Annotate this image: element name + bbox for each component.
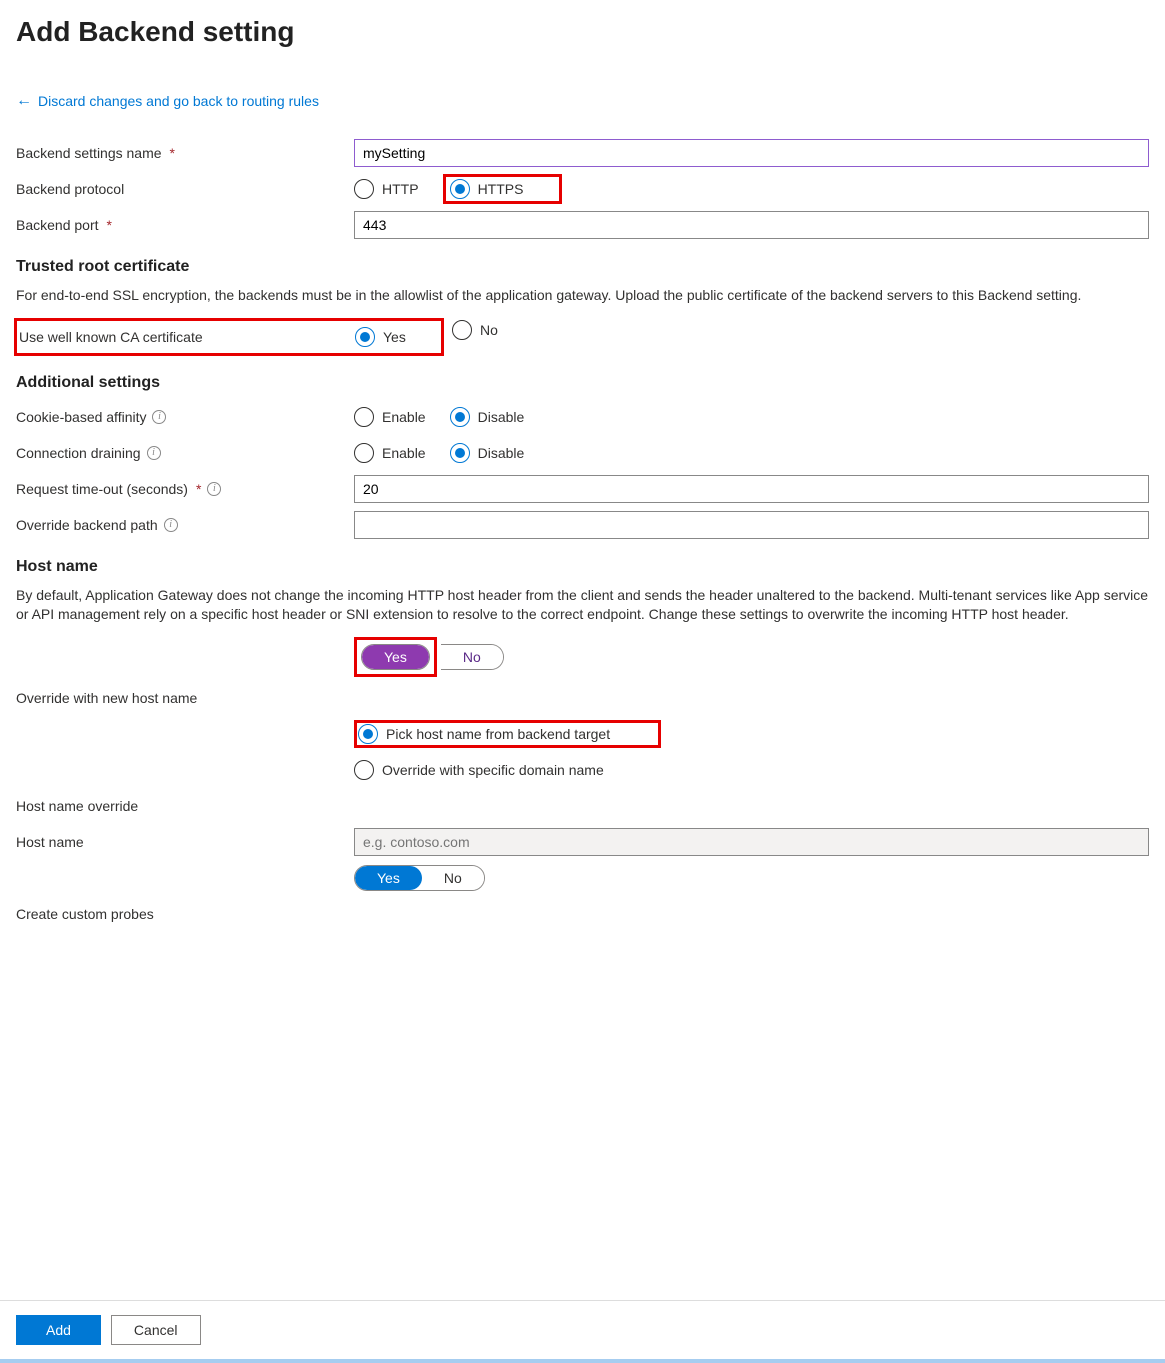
trusted-cert-heading: Trusted root certificate	[16, 258, 1149, 276]
radio-icon	[452, 320, 472, 340]
required-indicator: *	[107, 217, 112, 233]
radio-icon	[450, 179, 470, 199]
backend-port-input[interactable]	[354, 211, 1149, 239]
protocol-http-label: HTTP	[382, 181, 419, 197]
override-path-input[interactable]	[354, 511, 1149, 539]
additional-heading: Additional settings	[16, 374, 1149, 392]
backend-name-label: Backend settings name	[16, 145, 162, 161]
protocol-https-radio[interactable]: HTTPS	[450, 179, 524, 199]
timeout-input[interactable]	[354, 475, 1149, 503]
info-icon[interactable]: i	[147, 446, 161, 460]
override-path-label: Override backend path	[16, 517, 158, 533]
timeout-label: Request time-out (seconds)	[16, 481, 188, 497]
ca-no-label: No	[480, 322, 498, 338]
pick-host-label: Pick host name from backend target	[386, 726, 610, 742]
required-indicator: *	[196, 481, 201, 497]
radio-icon	[354, 407, 374, 427]
ca-yes-label: Yes	[383, 329, 406, 345]
ca-yes-radio[interactable]: Yes	[355, 327, 406, 347]
probes-yes[interactable]: Yes	[355, 866, 422, 890]
hostname-desc: By default, Application Gateway does not…	[16, 586, 1149, 625]
cookie-enable-label: Enable	[382, 409, 426, 425]
custom-probes-label: Create custom probes	[16, 906, 154, 922]
override-host-no[interactable]: No	[441, 645, 503, 669]
protocol-http-radio[interactable]: HTTP	[354, 179, 419, 199]
drain-disable-radio[interactable]: Disable	[450, 443, 525, 463]
override-host-toggle[interactable]: Yes	[361, 644, 430, 670]
override-host-toggle-no-wrap: No	[441, 644, 504, 670]
protocol-https-label: HTTPS	[478, 181, 524, 197]
back-link-label: Discard changes and go back to routing r…	[38, 93, 319, 109]
ca-cert-label: Use well known CA certificate	[19, 329, 203, 345]
backend-port-label: Backend port	[16, 217, 99, 233]
radio-icon	[450, 443, 470, 463]
arrow-left-icon: ←	[16, 92, 32, 110]
drain-disable-label: Disable	[478, 445, 525, 461]
specific-domain-radio[interactable]: Override with specific domain name	[354, 760, 604, 780]
info-icon[interactable]: i	[207, 482, 221, 496]
cookie-disable-radio[interactable]: Disable	[450, 407, 525, 427]
ca-no-radio[interactable]: No	[452, 320, 498, 340]
custom-probes-toggle[interactable]: Yes No	[354, 865, 485, 891]
drain-enable-label: Enable	[382, 445, 426, 461]
drain-label: Connection draining	[16, 445, 141, 461]
footer-bar: Add Cancel	[0, 1300, 1165, 1363]
info-icon[interactable]: i	[164, 518, 178, 532]
required-indicator: *	[170, 145, 175, 161]
cookie-affinity-label: Cookie-based affinity	[16, 409, 146, 425]
hostname-heading: Host name	[16, 558, 1149, 576]
page-title: Add Backend setting	[16, 16, 1149, 48]
info-icon[interactable]: i	[152, 410, 166, 424]
radio-icon	[354, 443, 374, 463]
radio-icon	[450, 407, 470, 427]
specific-domain-label: Override with specific domain name	[382, 762, 604, 778]
probes-no[interactable]: No	[422, 866, 484, 890]
hostname-label: Host name	[16, 834, 84, 850]
discard-back-link[interactable]: ← Discard changes and go back to routing…	[16, 92, 319, 110]
cancel-button[interactable]: Cancel	[111, 1315, 201, 1345]
backend-protocol-label: Backend protocol	[16, 181, 124, 197]
radio-icon	[355, 327, 375, 347]
radio-icon	[354, 179, 374, 199]
hostname-override-label: Host name override	[16, 798, 138, 814]
override-host-yes[interactable]: Yes	[362, 645, 429, 669]
radio-icon	[354, 760, 374, 780]
trusted-cert-desc: For end-to-end SSL encryption, the backe…	[16, 286, 1149, 306]
add-button[interactable]: Add	[16, 1315, 101, 1345]
drain-enable-radio[interactable]: Enable	[354, 443, 426, 463]
cookie-enable-radio[interactable]: Enable	[354, 407, 426, 427]
backend-name-input[interactable]	[354, 139, 1149, 167]
radio-icon	[358, 724, 378, 744]
pick-host-radio[interactable]: Pick host name from backend target	[358, 724, 610, 744]
cookie-disable-label: Disable	[478, 409, 525, 425]
override-new-host-label: Override with new host name	[16, 690, 197, 706]
hostname-input	[354, 828, 1149, 856]
